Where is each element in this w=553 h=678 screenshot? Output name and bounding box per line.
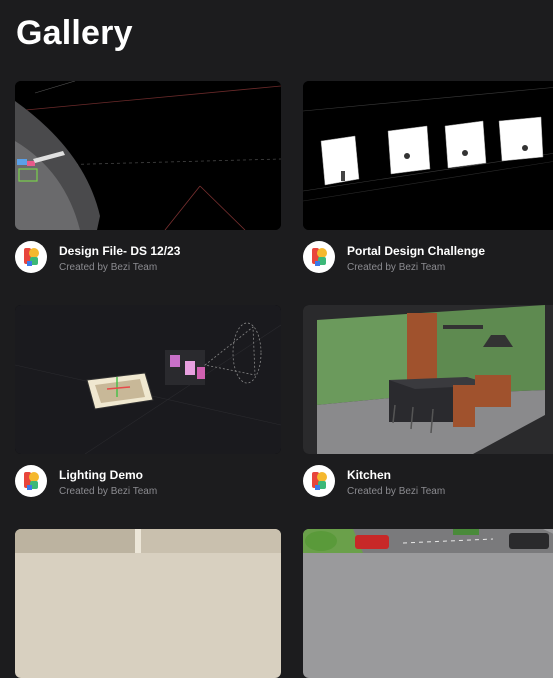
design-file-scene-icon <box>15 81 281 230</box>
card-title[interactable]: Portal Design Challenge <box>347 244 485 258</box>
bezi-logo-icon <box>15 465 47 497</box>
thumbnail-design-file[interactable] <box>15 81 281 230</box>
lighting-scene-icon <box>15 305 281 454</box>
thumbnail-city[interactable] <box>303 529 553 678</box>
kitchen-scene-icon <box>303 305 553 454</box>
card-title[interactable]: Lighting Demo <box>59 468 143 482</box>
bezi-logo-icon <box>303 241 335 273</box>
thumbnail-kitchen[interactable] <box>303 305 553 454</box>
page-title: Gallery <box>16 14 133 52</box>
card-author: Created by Bezi Team <box>347 262 446 273</box>
room-scene-icon <box>15 529 281 678</box>
card-author: Created by Bezi Team <box>59 486 158 497</box>
card-author: Created by Bezi Team <box>59 262 158 273</box>
thumbnail-room[interactable] <box>15 529 281 678</box>
portal-cubes-scene-icon <box>303 81 553 230</box>
thumbnail-portal-design[interactable] <box>303 81 553 230</box>
card-title[interactable]: Design File- DS 12/23 <box>59 244 180 258</box>
thumbnail-lighting-demo[interactable] <box>15 305 281 454</box>
city-street-scene-icon <box>303 529 553 678</box>
card-author: Created by Bezi Team <box>347 486 446 497</box>
bezi-logo-icon <box>303 465 335 497</box>
bezi-logo-icon <box>15 241 47 273</box>
card-title[interactable]: Kitchen <box>347 468 391 482</box>
